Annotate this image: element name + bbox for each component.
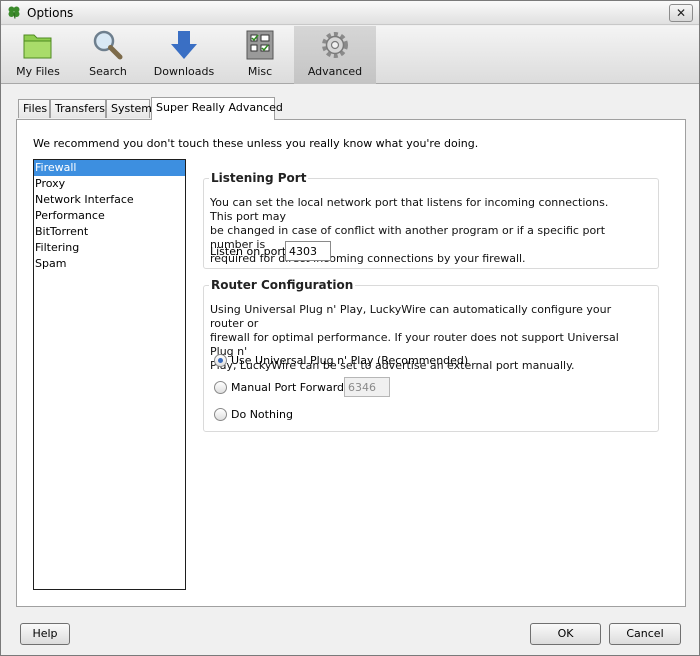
radio-label: Do Nothing [231, 408, 293, 421]
radio-button[interactable] [214, 408, 227, 421]
toolbar-label: Downloads [153, 65, 215, 78]
description-line: You can set the local network port that … [210, 196, 609, 223]
listen-port-label: Listen on port: [210, 245, 290, 258]
toolbar-search-button[interactable]: Search [81, 26, 135, 84]
toolbar-misc-button[interactable]: Misc [235, 26, 285, 84]
close-button[interactable]: ✕ [669, 4, 693, 22]
category-item-network-interface[interactable]: Network Interface [34, 192, 185, 208]
tab-label: System [111, 102, 153, 115]
tab-label: Super Really Advanced [156, 101, 283, 114]
group-title: Router Configuration [209, 278, 356, 292]
close-icon: ✕ [675, 6, 687, 20]
radio-label: Use Universal Plug n' Play (Recommended) [231, 354, 469, 367]
tab-super-really-advanced[interactable]: Super Really Advanced [151, 97, 283, 120]
window-title: Options [27, 6, 74, 20]
clover-icon [8, 6, 20, 19]
title-bar: Options ✕ [1, 1, 699, 25]
radio-label: Manual Port Forward: [231, 381, 348, 394]
toolbar-label: Search [89, 65, 127, 78]
category-item-bittorrent[interactable]: BitTorrent [34, 224, 185, 240]
category-item-performance[interactable]: Performance [34, 208, 185, 224]
options-window: Options ✕ My Files Search Downloads Misc… [0, 0, 700, 656]
toolbar-label: Advanced [307, 65, 363, 78]
category-item-proxy[interactable]: Proxy [34, 176, 185, 192]
toolbar-label: Misc [247, 65, 273, 78]
toolbar: My Files Search Downloads Misc Advanced [1, 26, 699, 84]
description-line: Using Universal Plug n' Play, LuckyWire … [210, 303, 612, 330]
magnifier-icon [93, 30, 123, 60]
help-button[interactable]: Help [20, 623, 70, 645]
tab-system[interactable]: System [106, 99, 153, 118]
tab-files[interactable]: Files [18, 99, 50, 118]
toolbar-my-files-button[interactable]: My Files [5, 26, 71, 84]
toolbar-label: My Files [16, 65, 60, 78]
tab-panel: We recommend you don't touch these unles… [16, 119, 686, 607]
listen-port-input[interactable] [285, 241, 331, 261]
tab-transfers[interactable]: Transfers [50, 99, 106, 118]
checklist-icon [246, 30, 274, 60]
intro-text: We recommend you don't touch these unles… [33, 137, 479, 150]
category-item-filtering[interactable]: Filtering [34, 240, 185, 256]
cancel-button[interactable]: Cancel [609, 623, 681, 645]
tab-label: Files [23, 102, 48, 115]
folder-icon [23, 34, 52, 59]
listening-port-group: Listening Port You can set the local net… [203, 171, 659, 269]
gear-icon [322, 32, 348, 58]
ok-button[interactable]: OK [530, 623, 601, 645]
manual-port-input [344, 377, 390, 397]
tab-label: Transfers [55, 102, 105, 115]
category-item-spam[interactable]: Spam [34, 256, 185, 272]
radio-button[interactable] [214, 381, 227, 394]
group-title: Listening Port [209, 171, 309, 185]
toolbar-advanced-button[interactable]: Advanced [294, 26, 376, 84]
download-arrow-icon [171, 31, 197, 59]
category-list[interactable]: Firewall Proxy Network Interface Perform… [33, 159, 186, 590]
toolbar-downloads-button[interactable]: Downloads [151, 26, 217, 84]
radio-button[interactable] [214, 354, 227, 367]
router-configuration-group: Router Configuration Using Universal Plu… [203, 278, 659, 432]
category-item-firewall[interactable]: Firewall [34, 160, 185, 176]
